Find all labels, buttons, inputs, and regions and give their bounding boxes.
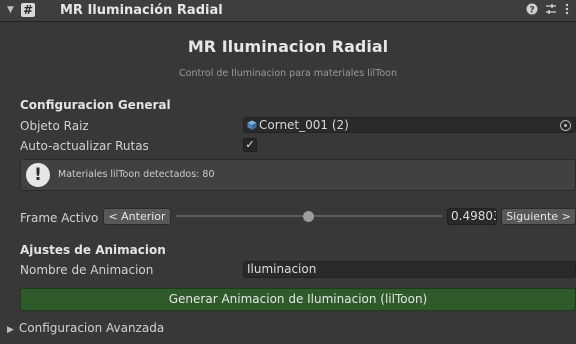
help-icon[interactable]: ? xyxy=(526,3,538,18)
foldout-arrow-icon[interactable]: ▼ xyxy=(7,5,14,15)
gameobject-icon xyxy=(247,120,257,130)
more-icon[interactable] xyxy=(564,3,570,18)
main-title: MR Iluminacion Radial xyxy=(187,37,389,56)
root-object-field[interactable]: Cornet_001 (2) xyxy=(243,117,576,133)
help-message: Materiales lilToon detectados: 80 xyxy=(58,169,215,180)
component-header: ▼ # MR Iluminación Radial ? xyxy=(0,0,576,22)
root-object-label: Objeto Raiz xyxy=(20,119,89,133)
frame-slider-thumb[interactable] xyxy=(302,211,314,222)
subtitle: Control de Iluminacion para materiales l… xyxy=(179,68,397,79)
next-button[interactable]: Siguiente > xyxy=(501,208,576,225)
settings-icon[interactable] xyxy=(545,3,557,18)
frame-label: Frame Activo xyxy=(20,211,99,225)
section-general-title: Configuracion General xyxy=(20,98,171,112)
advanced-foldout[interactable]: ▶ Configuracion Avanzada xyxy=(7,321,164,335)
section-animation-title: Ajustes de Animacion xyxy=(20,243,166,257)
script-icon: # xyxy=(21,3,35,17)
animation-name-label: Nombre de Animacion xyxy=(20,263,154,277)
svg-text:?: ? xyxy=(529,6,534,16)
component-title: MR Iluminación Radial xyxy=(60,3,223,18)
generate-animation-button[interactable]: Generar Animacion de Iluminacion (lilToo… xyxy=(20,288,576,311)
help-box: ! Materiales lilToon detectados: 80 xyxy=(20,159,576,191)
chevron-right-icon: ▶ xyxy=(7,325,14,335)
advanced-label: Configuracion Avanzada xyxy=(18,321,165,335)
warning-icon: ! xyxy=(26,163,50,187)
frame-value-field[interactable]: 0.49803 xyxy=(447,208,497,225)
previous-button[interactable]: < Anterior xyxy=(103,208,171,225)
animation-name-field[interactable]: Iluminacion xyxy=(243,261,576,278)
object-picker-icon[interactable] xyxy=(560,120,571,131)
root-object-value: Cornet_001 (2) xyxy=(259,118,349,132)
auto-update-checkbox[interactable]: ✓ xyxy=(243,138,257,152)
auto-update-label: Auto-actualizar Rutas xyxy=(20,139,149,153)
